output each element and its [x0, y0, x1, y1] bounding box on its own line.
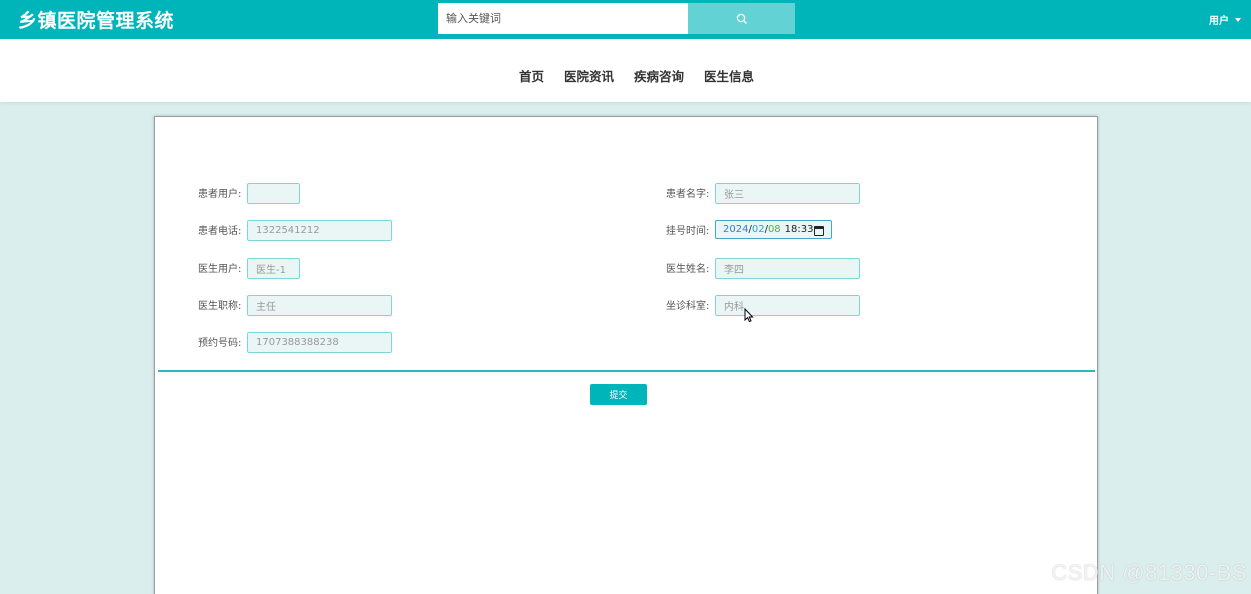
patient-user-field[interactable] — [247, 183, 300, 204]
user-menu[interactable]: 用户 — [1209, 12, 1241, 27]
patient-phone-label: 患者电话: — [198, 226, 242, 237]
form-divider — [158, 370, 1095, 372]
register-time-month: 02 — [751, 224, 765, 235]
register-time-field[interactable]: 2024/02/08 18:33 — [715, 220, 832, 239]
doctor-title-label: 医生职称: — [198, 301, 242, 312]
doctor-name-label: 医生姓名: — [666, 264, 710, 275]
site-title[interactable]: 乡镇医院管理系统 — [18, 6, 174, 33]
search-button[interactable] — [688, 3, 795, 34]
doctor-user-field[interactable]: 医生-1 — [247, 258, 300, 279]
patient-name-field[interactable]: 张三 — [715, 183, 860, 204]
nav-item-doctor-info[interactable]: 医生信息 — [704, 66, 754, 85]
watermark: CSDN @81330-BS — [1051, 560, 1247, 585]
chevron-down-icon — [1235, 17, 1241, 22]
nav-item-hospital-news[interactable]: 医院资讯 — [564, 66, 614, 85]
register-time-day: 08 — [767, 224, 781, 235]
search-icon — [736, 13, 747, 24]
user-menu-label: 用户 — [1209, 16, 1229, 27]
doctor-name-field[interactable]: 李四 — [715, 258, 860, 279]
doctor-user-label: 医生用户: — [198, 264, 242, 275]
search-input[interactable] — [438, 3, 688, 34]
appointment-no-label: 预约号码: — [198, 338, 242, 349]
patient-phone-field[interactable]: 1322541212 — [247, 220, 392, 241]
appointment-no-field[interactable]: 1707388388238 — [247, 332, 392, 353]
register-time-year: 2024 — [723, 224, 749, 235]
nav-item-disease-consult[interactable]: 疾病咨询 — [634, 66, 684, 85]
top-bar: 乡镇医院管理系统 用户 — [0, 0, 1251, 39]
calendar-icon[interactable] — [814, 226, 824, 236]
register-time-clock: 18:33 — [784, 224, 814, 235]
submit-button[interactable]: 提交 — [590, 384, 647, 405]
appointment-form-panel: 患者用户: 患者名字: 张三 患者电话: 1322541212 挂号时间: 20… — [154, 116, 1098, 594]
nav-item-home[interactable]: 首页 — [519, 66, 544, 85]
main-nav: 首页 医院资讯 疾病咨询 医生信息 — [0, 39, 1251, 102]
doctor-title-field[interactable]: 主任 — [247, 295, 392, 316]
department-label: 坐诊科室: — [666, 301, 710, 312]
register-time-label: 挂号时间: — [666, 226, 710, 237]
patient-name-label: 患者名字: — [666, 189, 710, 200]
mouse-cursor-icon — [744, 308, 754, 323]
department-field[interactable]: 内科 — [715, 295, 860, 316]
patient-user-label: 患者用户: — [198, 189, 242, 200]
